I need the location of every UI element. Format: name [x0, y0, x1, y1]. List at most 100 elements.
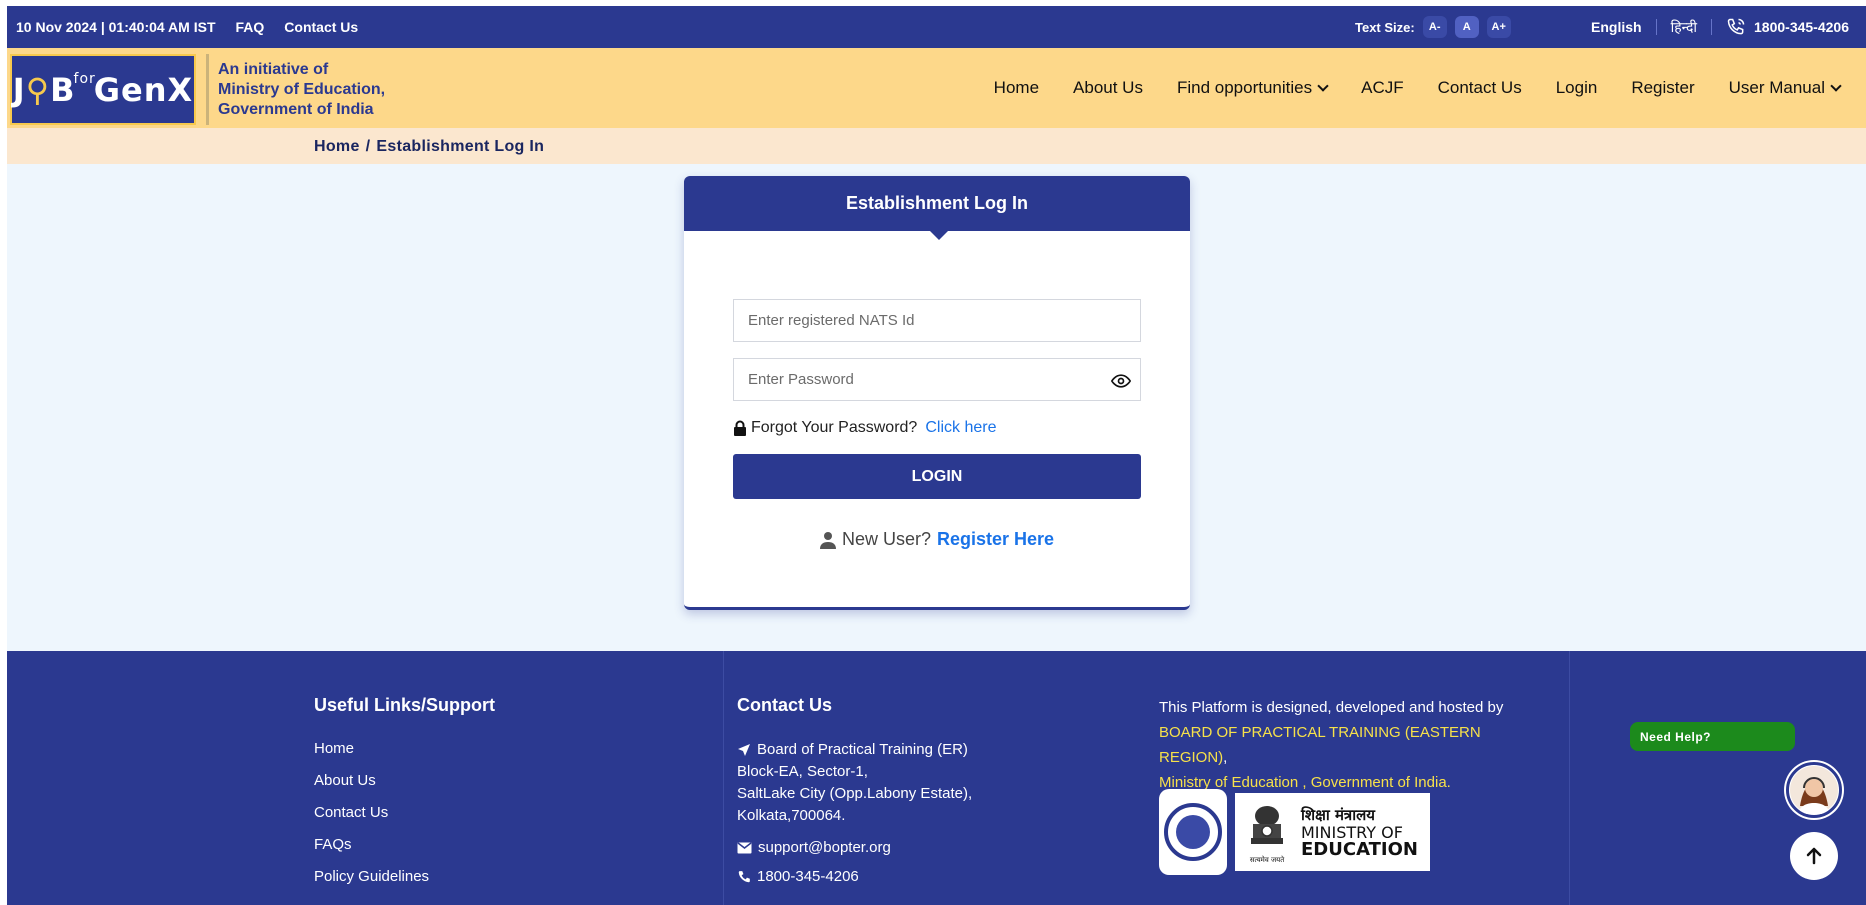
location-arrow-icon: [738, 744, 750, 756]
footer-contact: Contact Us Board of Practical Training (…: [737, 695, 972, 885]
seal-core: [1176, 815, 1210, 849]
moe-text: शिक्षा मंत्रालय MINISTRY OF EDUCATION: [1301, 805, 1418, 860]
text-size-decrease-button[interactable]: A-: [1422, 16, 1447, 38]
footer-address: Board of Practical Training (ER) Block-E…: [737, 739, 972, 827]
text-size-controls: Text Size: A- A A+: [1355, 16, 1511, 38]
new-user-text: New User?: [841, 529, 931, 549]
address-line-2: Block-EA, Sector-1,: [737, 763, 868, 780]
forgot-password-row: Forgot Your Password? Click here: [733, 419, 996, 437]
topbar-left: 10 Nov 2024 | 01:40:04 AM IST FAQ Contac…: [16, 19, 358, 35]
breadcrumb-separator: /: [365, 138, 371, 155]
arrow-up-icon: [1806, 847, 1822, 865]
lock-icon: [734, 420, 746, 436]
chevron-down-icon: [1830, 79, 1842, 92]
text-size-label: Text Size:: [1355, 19, 1415, 35]
nav-register[interactable]: Register: [1631, 78, 1694, 98]
back-to-top-button[interactable]: [1790, 832, 1838, 880]
lion-capital-icon: [1251, 806, 1283, 844]
platform-text: This Platform is designed, developed and…: [1159, 699, 1504, 716]
moe-english-line-2: EDUCATION: [1301, 838, 1418, 860]
nav-about[interactable]: About Us: [1073, 78, 1143, 98]
envelope-icon: [737, 841, 752, 853]
logo-wordmark: J⚲BforGenX: [12, 70, 194, 109]
nav-find-opportunities[interactable]: Find opportunities: [1177, 78, 1329, 98]
footer-link-policy[interactable]: Policy Guidelines: [314, 868, 495, 885]
breadcrumb: Home / Establishment Log In: [314, 138, 544, 156]
footer-link-about[interactable]: About Us: [314, 772, 495, 789]
phone-icon: [738, 870, 750, 882]
breadcrumb-bar: Home / Establishment Log In: [7, 128, 1866, 164]
nav-contact[interactable]: Contact Us: [1438, 78, 1522, 98]
footer-useful-links: Useful Links/Support Home About Us Conta…: [314, 695, 495, 900]
footer-email-text: support@bopter.org: [758, 839, 891, 856]
language-and-phone: English हिन्दी 1800-345-4206: [1591, 17, 1849, 37]
address-line-1: Board of Practical Training (ER): [757, 741, 968, 758]
comma: ,: [1223, 749, 1228, 766]
password-field[interactable]: [733, 358, 1141, 401]
login-button[interactable]: LOGIN: [733, 454, 1141, 499]
footer-email[interactable]: support@bopter.org: [737, 839, 972, 856]
support-agent-avatar[interactable]: [1786, 762, 1842, 818]
useful-links-list: Home About Us Contact Us FAQs Policy Gui…: [314, 740, 495, 885]
initiative-line-1: An initiative of: [218, 61, 329, 78]
topbar-contact-link[interactable]: Contact Us: [284, 19, 358, 35]
ministry-of-education-logo: सत्यमेव जयते शिक्षा मंत्रालय MINISTRY OF…: [1235, 793, 1430, 871]
jobs-for-genx-logo[interactable]: J⚲BforGenX: [10, 54, 196, 125]
login-card-title: Establishment Log In: [684, 176, 1190, 231]
initiative-line-3: Government of India: [218, 101, 374, 118]
site-footer: Useful Links/Support Home About Us Conta…: [7, 651, 1866, 905]
password-input[interactable]: [734, 359, 1140, 400]
forgot-password-link[interactable]: Click here: [925, 419, 996, 437]
moe-hindi: शिक्षा मंत्रालय: [1301, 805, 1375, 824]
nav-acjf[interactable]: ACJF: [1361, 78, 1404, 98]
new-user-row: New User? Register Here: [684, 529, 1190, 550]
nats-id-field[interactable]: [733, 299, 1141, 342]
lang-english-link[interactable]: English: [1591, 19, 1642, 35]
emblem-caption: सत्यमेव जयते: [1249, 856, 1285, 864]
bopt-link[interactable]: BOARD OF PRACTICAL TRAINING (EASTERN REG…: [1159, 724, 1481, 766]
phone-separator: [1711, 19, 1713, 35]
nav-login[interactable]: Login: [1556, 78, 1598, 98]
nav-manual-label: User Manual: [1728, 78, 1825, 97]
topbar-phone[interactable]: 1800-345-4206: [1726, 17, 1849, 37]
text-size-normal-button[interactable]: A: [1454, 16, 1479, 38]
login-card: Establishment Log In Forgot Your Passwor…: [684, 176, 1190, 610]
title-notch: [930, 231, 948, 240]
footer-link-home[interactable]: Home: [314, 740, 495, 757]
platform-host: BOARD OF PRACTICAL TRAINING (EASTERN REG…: [1159, 720, 1539, 770]
top-utility-bar: 10 Nov 2024 | 01:40:04 AM IST FAQ Contac…: [7, 6, 1866, 48]
forgot-password-text: Forgot Your Password?: [751, 419, 918, 436]
breadcrumb-home[interactable]: Home: [314, 138, 360, 155]
lang-hindi-link[interactable]: हिन्दी: [1671, 18, 1697, 37]
footer-platform-info: This Platform is designed, developed and…: [1159, 695, 1539, 795]
topbar-phone-number: 1800-345-4206: [1754, 19, 1849, 35]
header-divider: [206, 54, 209, 125]
moe-english-line-1: MINISTRY OF: [1301, 822, 1403, 842]
national-emblem-icon: सत्यमेव जयते: [1241, 799, 1293, 865]
bopt-seal-logo: [1159, 789, 1227, 875]
footer-link-contact[interactable]: Contact Us: [314, 804, 495, 821]
footer-column-divider: [723, 651, 724, 905]
register-here-link[interactable]: Register Here: [937, 529, 1054, 550]
chevron-down-icon: [1317, 79, 1329, 92]
footer-link-faqs[interactable]: FAQs: [314, 836, 495, 853]
nav-home[interactable]: Home: [994, 78, 1039, 98]
footer-column-divider: [1569, 651, 1570, 905]
initiative-line-2: Ministry of Education,: [218, 81, 386, 98]
nats-id-input[interactable]: [734, 300, 1140, 341]
useful-links-title: Useful Links/Support: [314, 695, 496, 715]
page: 10 Nov 2024 | 01:40:04 AM IST FAQ Contac…: [7, 6, 1866, 905]
footer-phone[interactable]: 1800-345-4206: [737, 868, 972, 885]
phone-icon: [1727, 18, 1745, 35]
site-header: J⚲BforGenX An initiative of Ministry of …: [7, 48, 1866, 128]
support-agent-icon: [1790, 766, 1838, 814]
show-password-eye-icon[interactable]: [1111, 371, 1131, 391]
breadcrumb-current: Establishment Log In: [376, 138, 545, 155]
nav-user-manual[interactable]: User Manual: [1728, 78, 1842, 98]
need-help-button[interactable]: Need Help?: [1630, 722, 1795, 751]
lang-separator: [1655, 19, 1657, 35]
seal-ring: [1164, 803, 1222, 861]
text-size-increase-button[interactable]: A+: [1486, 16, 1511, 38]
footer-phone-text: 1800-345-4206: [757, 868, 859, 885]
faq-link[interactable]: FAQ: [236, 19, 265, 35]
